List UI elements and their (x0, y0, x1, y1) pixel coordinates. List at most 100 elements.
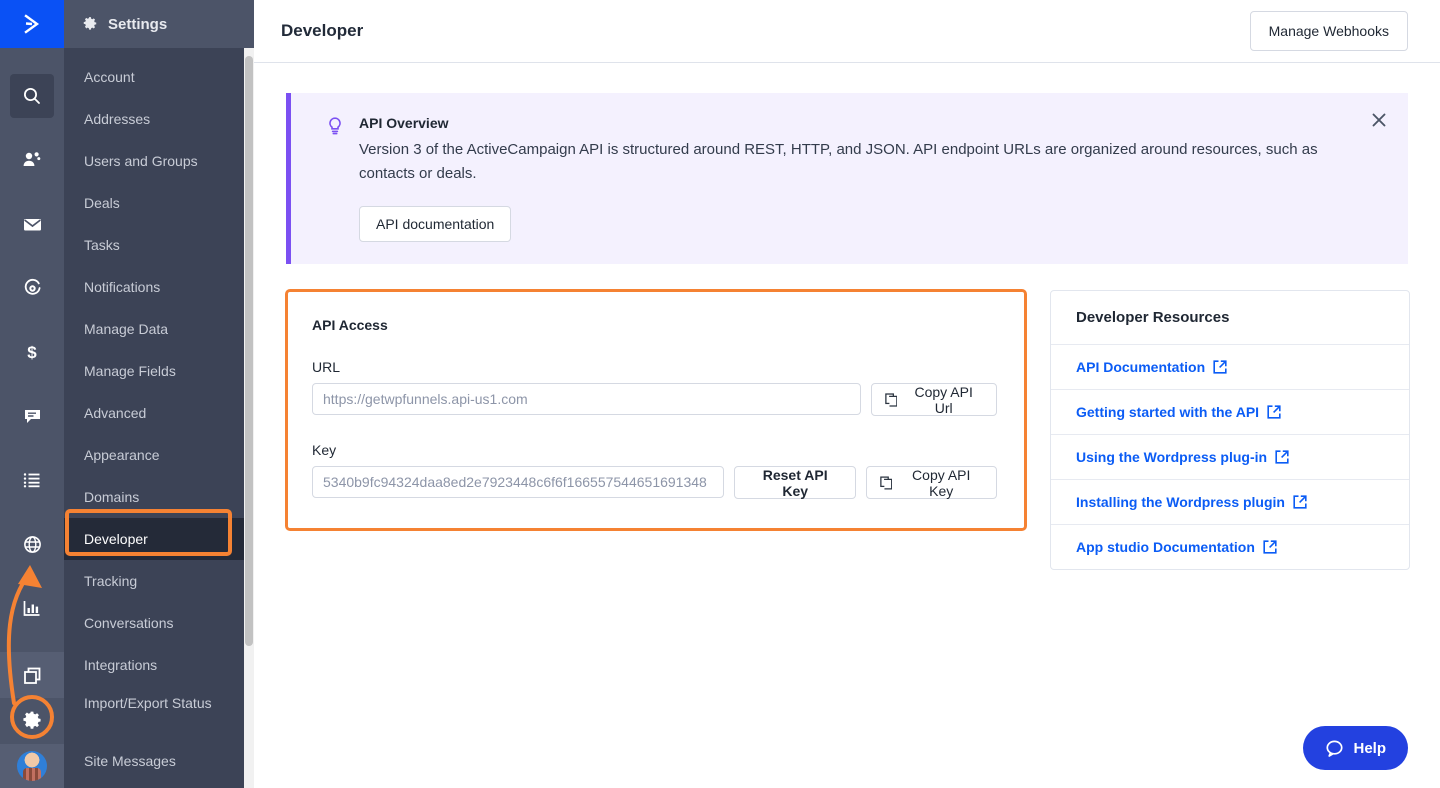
resource-link-label[interactable]: App studio Documentation (1076, 539, 1255, 555)
rail-item-lists[interactable] (10, 458, 54, 502)
copy-api-url-label: Copy API Url (914, 383, 973, 416)
banner-body: API Overview Version 3 of the ActiveCamp… (359, 115, 1382, 242)
help-button[interactable]: Help (1303, 726, 1408, 770)
activecampaign-logo[interactable] (0, 0, 64, 48)
sidebar-item-manage-fields[interactable]: Manage Fields (64, 350, 254, 392)
sidebar-item-label: Appearance (84, 447, 160, 463)
sidebar-item-tracking[interactable]: Tracking (64, 560, 254, 602)
resource-item-using-wordpress-plugin[interactable]: Using the Wordpress plug-in (1051, 434, 1409, 479)
reset-api-key-button[interactable]: Reset API Key (734, 466, 856, 499)
rail-item-deals[interactable]: $ (10, 330, 54, 374)
resource-item-getting-started[interactable]: Getting started with the API (1051, 389, 1409, 434)
api-access-heading: API Access (312, 317, 388, 333)
sidebar-item-notifications[interactable]: Notifications (64, 266, 254, 308)
external-link-icon (1267, 405, 1281, 419)
url-field-row: Copy API Url (312, 383, 997, 416)
svg-text:$: $ (27, 343, 37, 362)
rail-item-campaigns[interactable] (10, 202, 54, 246)
sidebar-item-label: Domains (84, 489, 140, 505)
gear-icon (83, 17, 97, 30)
sidebar-item-label: Account (84, 69, 135, 85)
rail-item-automations[interactable] (10, 266, 54, 310)
resource-item-api-documentation[interactable]: API Documentation (1051, 344, 1409, 389)
copy-icon (880, 475, 893, 490)
bar-chart-icon (23, 601, 40, 616)
page-title: Developer (281, 21, 364, 40)
sidebar-item-label: Conversations (84, 615, 174, 631)
panels-row: API Access URL Copy API Url Key (285, 289, 1410, 570)
envelope-icon (23, 218, 41, 230)
external-link-icon (1275, 450, 1289, 464)
sidebar-item-users-and-groups[interactable]: Users and Groups (64, 140, 254, 182)
key-field-row: Reset API Key Copy API Key (312, 466, 997, 499)
external-link-icon (1293, 495, 1307, 509)
sidebar-item-label: Users and Groups (84, 153, 198, 169)
sidebar-item-label: Manage Fields (84, 363, 176, 379)
sidebar-item-import-export-status[interactable]: Import/Export Status (64, 686, 254, 740)
automations-gear-circle-icon (24, 278, 40, 295)
copy-icon (884, 392, 898, 407)
rail-bottom-group (0, 652, 64, 788)
sidebar-item-deals[interactable]: Deals (64, 182, 254, 224)
external-link-icon (1213, 360, 1227, 374)
resource-link-label[interactable]: Using the Wordpress plug-in (1076, 449, 1267, 465)
rail-item-settings[interactable] (0, 698, 64, 744)
avatar (17, 751, 47, 781)
sidebar-item-site-messages[interactable]: Site Messages (64, 740, 254, 782)
gear-icon (23, 711, 41, 729)
resource-item-installing-wordpress-plugin[interactable]: Installing the Wordpress plugin (1051, 479, 1409, 524)
chat-icon (24, 409, 40, 423)
sidebar-item-label: Deals (84, 195, 120, 211)
sidebar-item-integrations[interactable]: Integrations (64, 644, 254, 686)
manage-webhooks-button[interactable]: Manage Webhooks (1249, 11, 1408, 51)
dollar-icon: $ (27, 343, 37, 362)
sidebar-item-label: Integrations (84, 657, 158, 673)
app-root: $ Settings Account Addresses Users and G… (0, 0, 1440, 788)
rail-item-reports[interactable] (10, 586, 54, 630)
main-content: Developer Manage Webhooks API Overview V… (254, 0, 1440, 788)
sidebar-item-label: Notifications (84, 279, 161, 295)
developer-resources-panel: Developer Resources API Documentation Ge… (1050, 290, 1410, 570)
sidebar-item-appearance[interactable]: Appearance (64, 434, 254, 476)
sidebar-item-conversations[interactable]: Conversations (64, 602, 254, 644)
rail-item-contacts[interactable] (10, 138, 54, 182)
primary-icon-rail: $ (0, 0, 64, 788)
rail-item-profile[interactable] (0, 744, 64, 788)
sidebar-item-domains[interactable]: Domains (64, 476, 254, 518)
api-url-input[interactable] (312, 383, 861, 415)
sidebar-scrollbar[interactable] (244, 48, 254, 788)
resource-link-label[interactable]: Getting started with the API (1076, 404, 1259, 420)
sidebar-item-tasks[interactable]: Tasks (64, 224, 254, 266)
banner-close-button[interactable] (1366, 107, 1392, 133)
resource-item-app-studio-documentation[interactable]: App studio Documentation (1051, 524, 1409, 569)
sidebar-item-advanced[interactable]: Advanced (64, 392, 254, 434)
chat-bubble-icon (1326, 740, 1344, 757)
resource-link-label[interactable]: API Documentation (1076, 359, 1205, 375)
sidebar-item-account[interactable]: Account (64, 56, 254, 98)
api-documentation-button[interactable]: API documentation (359, 206, 512, 242)
sidebar-item-label: Tasks (84, 237, 120, 253)
sidebar-item-addresses[interactable]: Addresses (64, 98, 254, 140)
url-label: URL (312, 359, 341, 375)
sidebar-item-label: Developer (84, 531, 148, 547)
developer-resources-heading: Developer Resources (1076, 309, 1230, 326)
rail-item-apps[interactable] (0, 652, 64, 698)
rail-item-conversations[interactable] (10, 394, 54, 438)
copy-api-key-button[interactable]: Copy API Key (865, 466, 997, 499)
sidebar-scrollbar-thumb[interactable] (245, 56, 253, 646)
search-icon (24, 88, 40, 104)
page-header: Developer Manage Webhooks (254, 0, 1440, 63)
sidebar-item-label: Import/Export Status (84, 695, 212, 711)
banner-title: API Overview (359, 115, 449, 131)
rail-item-website[interactable] (10, 522, 54, 566)
sidebar-item-manage-data[interactable]: Manage Data (64, 308, 254, 350)
list-icon (23, 473, 40, 488)
rail-item-search[interactable] (10, 74, 54, 118)
close-icon (1372, 113, 1386, 127)
sidebar-item-label: Advanced (84, 405, 147, 421)
content-area: API Overview Version 3 of the ActiveCamp… (254, 63, 1440, 570)
sidebar-item-developer[interactable]: Developer (64, 518, 254, 560)
copy-api-url-button[interactable]: Copy API Url (870, 383, 997, 416)
resource-link-label[interactable]: Installing the Wordpress plugin (1076, 494, 1285, 510)
api-key-input[interactable] (312, 466, 725, 498)
